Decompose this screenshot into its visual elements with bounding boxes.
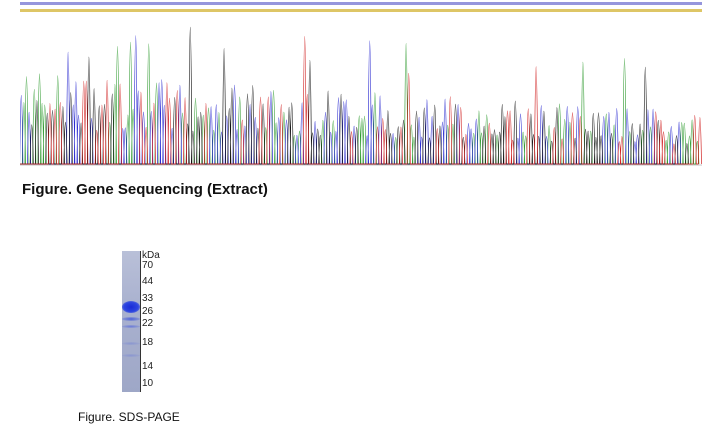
marker-axis-line [140, 251, 141, 392]
faint-band [122, 342, 140, 345]
minor-band [122, 317, 140, 321]
sequence-letter-row [20, 2, 702, 5]
faint-band [122, 354, 140, 357]
marker-22: 22 [142, 318, 154, 329]
marker-33: 33 [142, 293, 154, 304]
gene-sequencing-title: Figure. Gene Sequencing (Extract) [22, 181, 268, 198]
marker-44: 44 [142, 276, 154, 287]
sequencing-chromatogram [20, 0, 702, 168]
marker-26: 26 [142, 306, 154, 317]
main-protein-band [122, 301, 140, 313]
sds-page-caption: Figure. SDS-PAGE [78, 410, 180, 424]
marker-18: 18 [142, 337, 154, 348]
minor-band [122, 325, 140, 328]
marker-10: 10 [142, 378, 154, 389]
sds-page-gel-lane [122, 251, 140, 392]
chromatogram-plot [20, 2, 702, 166]
translation-letter-row [20, 9, 702, 12]
trace-G [20, 26, 689, 165]
marker-14: 14 [142, 361, 154, 372]
marker-70: 70 [142, 260, 154, 271]
